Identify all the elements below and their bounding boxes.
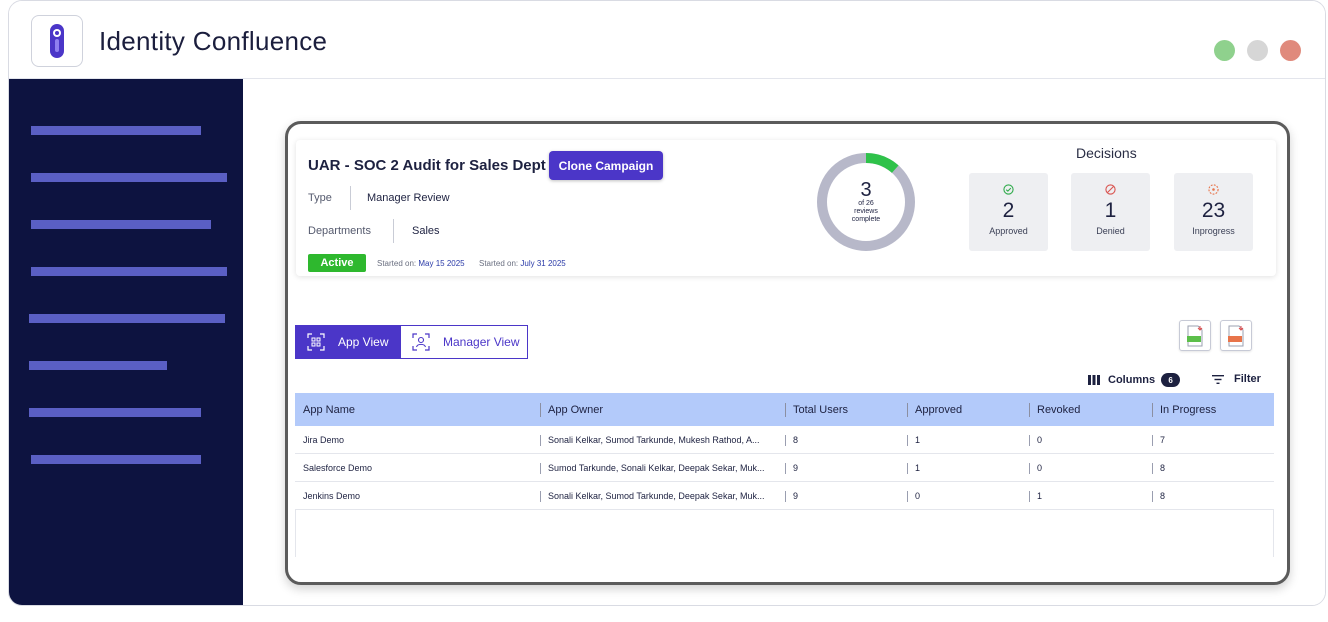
start-date: Started on: May 15 2025 (377, 259, 465, 268)
table-header: App Name App Owner Total Users Approved … (295, 393, 1274, 426)
progress-caption-1: of 26 (858, 200, 874, 207)
filter-button[interactable]: Filter (1212, 373, 1261, 385)
inprogress-card: 23 Inprogress (1174, 173, 1253, 251)
completed-count: 3 (860, 179, 872, 201)
denied-card: 1 Denied (1071, 173, 1150, 251)
columns-icon (1088, 375, 1100, 385)
campaign-panel: UAR - SOC 2 Audit for Sales Dept Clone C… (285, 121, 1290, 585)
type-value: Manager Review (367, 192, 450, 204)
app-logo (31, 15, 83, 67)
in-progress-cell: 8 (1152, 454, 1274, 481)
tab-app-view-label: App View (338, 335, 389, 349)
denied-count: 1 (1104, 199, 1117, 222)
departments-label: Departments (308, 225, 371, 237)
end-date: Started on: July 31 2025 (479, 259, 566, 268)
table-row[interactable]: Jenkins Demo Sonali Kelkar, Sumod Tarkun… (295, 482, 1274, 510)
columns-label: Columns (1108, 374, 1156, 386)
sidebar-item-placeholder[interactable] (31, 220, 211, 229)
sidebar-item-placeholder[interactable] (31, 173, 227, 182)
app-grid-icon (307, 333, 325, 351)
filter-icon (1212, 374, 1224, 384)
type-label: Type (308, 192, 332, 204)
title-bar: Identity Confluence (9, 1, 1325, 79)
tab-manager-view-label: Manager View (443, 335, 520, 349)
main-content: UAR - SOC 2 Audit for Sales Dept Clone C… (243, 79, 1325, 605)
progress-icon (1208, 184, 1219, 195)
apps-table: App Name App Owner Total Users Approved … (295, 393, 1274, 557)
progress-caption-2: reviews (854, 208, 878, 215)
decisions-title: Decisions (1076, 145, 1137, 161)
block-circle-icon (1105, 184, 1116, 195)
revoked-cell: 1 (1029, 482, 1152, 509)
app-name-cell: Jira Demo (303, 434, 345, 445)
columns-button[interactable]: Columns 6 (1088, 373, 1181, 387)
window-controls (1214, 40, 1301, 61)
columns-count-badge: 6 (1161, 373, 1181, 387)
revoked-cell: 0 (1029, 454, 1152, 481)
sidebar-item-placeholder[interactable] (31, 267, 227, 276)
column-header[interactable]: Approved (907, 393, 1029, 426)
approved-cell: 1 (907, 426, 1029, 453)
approved-count: 2 (1002, 199, 1015, 222)
approved-label: Approved (989, 226, 1028, 236)
tab-manager-view[interactable]: Manager View (400, 325, 528, 359)
table-row[interactable]: Jira Demo Sonali Kelkar, Sumod Tarkunde,… (295, 426, 1274, 454)
app-owner-cell: Sumod Tarkunde, Sonali Kelkar, Deepak Se… (540, 454, 785, 481)
total-users-cell: 8 (785, 426, 907, 453)
column-header[interactable]: Revoked (1029, 393, 1152, 426)
app-name-cell: Jenkins Demo (303, 490, 361, 501)
in-progress-cell: 7 (1152, 426, 1274, 453)
identity-logo-icon (50, 24, 64, 58)
total-users-cell: 9 (785, 454, 907, 481)
view-toggle: App View Manager View (295, 325, 528, 359)
inprogress-count: 23 (1201, 199, 1226, 222)
window-maximize-button[interactable] (1214, 40, 1235, 61)
total-users-cell: 9 (785, 482, 907, 509)
clone-campaign-button[interactable]: Clone Campaign (549, 151, 663, 180)
tab-app-view[interactable]: App View (295, 325, 400, 359)
approved-cell: 0 (907, 482, 1029, 509)
column-header[interactable]: App Name (295, 393, 540, 426)
departments-value: Sales (412, 225, 440, 237)
progress-caption-3: complete (851, 216, 881, 223)
approved-cell: 1 (907, 454, 1029, 481)
sidebar-item-placeholder[interactable] (31, 455, 201, 464)
check-circle-icon (1003, 184, 1014, 195)
pdf-file-icon (1228, 325, 1244, 346)
app-window: Identity Confluence UAR - SOC 2 Audit fo… (8, 0, 1326, 606)
divider (393, 219, 394, 243)
column-header[interactable]: Total Users (785, 393, 907, 426)
export-pdf-button[interactable] (1220, 320, 1252, 351)
sidebar-item-placeholder[interactable] (29, 361, 167, 370)
campaign-title: UAR - SOC 2 Audit for Sales Dept (308, 157, 546, 174)
app-title: Identity Confluence (99, 26, 328, 56)
app-name-cell: Salesforce Demo (303, 462, 373, 473)
in-progress-cell: 8 (1152, 482, 1274, 509)
sidebar (9, 79, 243, 605)
status-badge: Active (308, 254, 366, 272)
review-progress-donut: 3 of 26 reviews complete (813, 149, 919, 255)
column-header[interactable]: In Progress (1152, 393, 1274, 426)
app-owner-cell: Sonali Kelkar, Sumod Tarkunde, Mukesh Ra… (540, 426, 785, 453)
app-owner-cell: Sonali Kelkar, Sumod Tarkunde, Deepak Se… (540, 482, 785, 509)
approved-card: 2 Approved (969, 173, 1048, 251)
window-minimize-button[interactable] (1247, 40, 1268, 61)
revoked-cell: 0 (1029, 426, 1152, 453)
sidebar-item-placeholder[interactable] (29, 314, 225, 323)
sidebar-item-placeholder[interactable] (31, 126, 201, 135)
denied-label: Denied (1096, 226, 1125, 236)
column-header[interactable]: App Owner (540, 393, 785, 426)
export-xls-button[interactable] (1179, 320, 1211, 351)
sidebar-item-placeholder[interactable] (29, 408, 201, 417)
table-empty-area (295, 510, 1274, 557)
table-row[interactable]: Salesforce Demo Sumod Tarkunde, Sonali K… (295, 454, 1274, 482)
xls-file-icon (1187, 325, 1203, 346)
manager-user-icon (412, 333, 430, 351)
divider (350, 186, 351, 210)
campaign-summary-card: UAR - SOC 2 Audit for Sales Dept Clone C… (296, 140, 1276, 276)
window-close-button[interactable] (1280, 40, 1301, 61)
filter-label: Filter (1234, 373, 1261, 385)
inprogress-label: Inprogress (1192, 226, 1235, 236)
